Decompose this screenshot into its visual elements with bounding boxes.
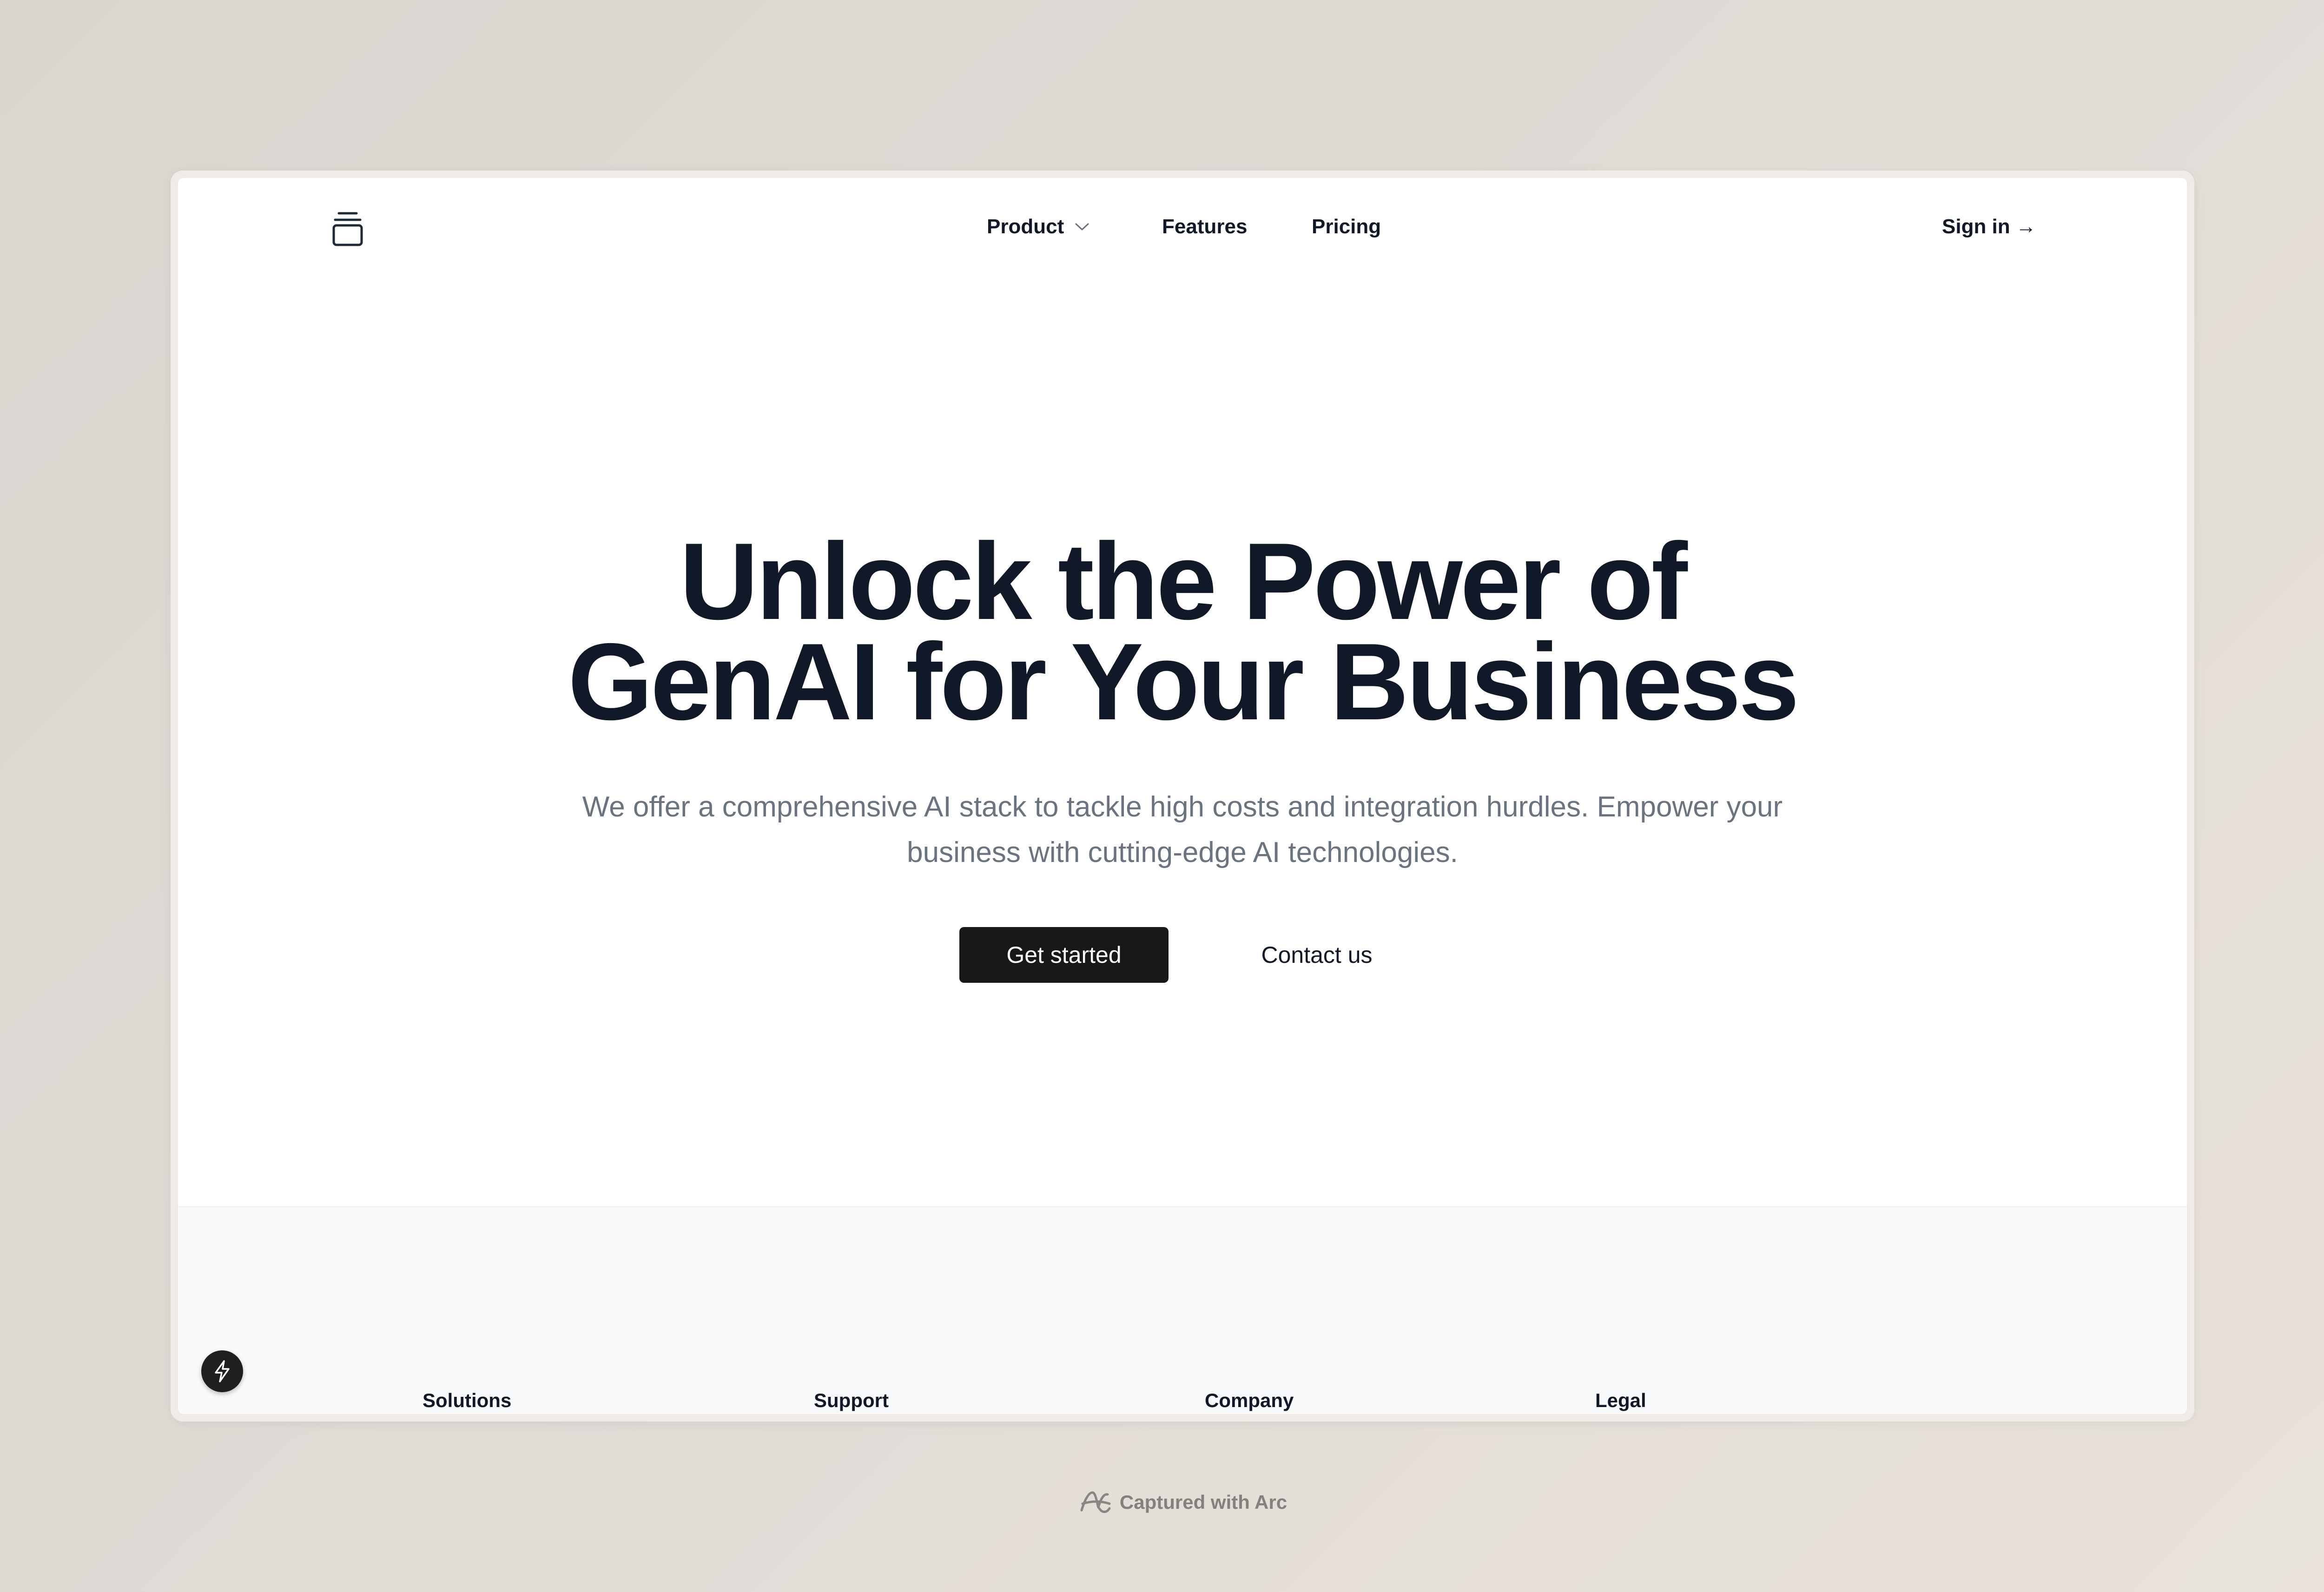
- chevron-down-icon: [1075, 223, 1089, 230]
- nav-item-label: Features: [1162, 215, 1248, 238]
- nav-links: Product Features Pricing Sign in →: [178, 178, 2187, 280]
- nav-item-product[interactable]: Product: [987, 215, 1090, 238]
- lightning-bolt-icon: [215, 1360, 230, 1382]
- arc-logo-icon: [1080, 1491, 1111, 1513]
- hero-title-line-2: GenAI for Your Business: [568, 620, 1800, 743]
- browser-window: Product Features Pricing Sign in → Unloc…: [178, 178, 2187, 1414]
- nav-item-label: Pricing: [1312, 215, 1381, 238]
- get-started-button[interactable]: Get started: [959, 927, 1169, 983]
- nav-item-label: Product: [987, 215, 1064, 238]
- nav-item-features[interactable]: Features: [1162, 215, 1247, 238]
- hero-title: Unlock the Power of GenAI for Your Busin…: [178, 526, 2187, 736]
- top-navigation: Product Features Pricing Sign in →: [178, 178, 2187, 280]
- footer: Solutions Support Company Legal: [178, 1206, 2187, 1414]
- footer-heading-company: Company: [1205, 1389, 1294, 1411]
- footer-heading-solutions: Solutions: [423, 1389, 512, 1411]
- nav-item-pricing[interactable]: Pricing: [1312, 215, 1381, 238]
- browser-frame: Product Features Pricing Sign in → Unloc…: [171, 171, 2194, 1421]
- caption-text: Captured with Arc: [1119, 1491, 1287, 1513]
- floating-action-button[interactable]: [201, 1350, 243, 1392]
- sign-in-link[interactable]: Sign in →: [1942, 215, 2036, 238]
- footer-heading-legal: Legal: [1595, 1389, 1646, 1411]
- sign-in-label: Sign in →: [1942, 215, 2036, 238]
- footer-heading-support: Support: [814, 1389, 889, 1411]
- contact-us-button[interactable]: Contact us: [1238, 927, 1396, 983]
- hero-subtitle: We offer a comprehensive AI stack to tac…: [582, 791, 1783, 868]
- capture-caption: Captured with Arc: [0, 1487, 2324, 1518]
